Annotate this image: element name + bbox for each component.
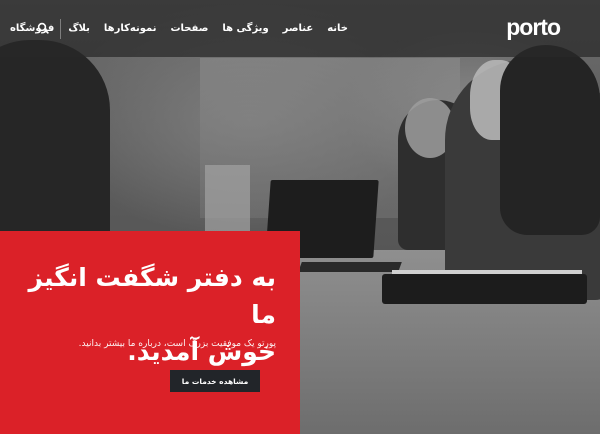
site-logo[interactable]: porto	[506, 14, 561, 41]
background-person-right-hair	[500, 45, 600, 235]
nav-item-elements[interactable]: عناصر	[276, 23, 321, 34]
background-laptop-base	[298, 262, 402, 272]
nav-item-blog[interactable]: بلاگ	[61, 23, 97, 34]
main-nav: خانه عناصر ویژگی ها صفحات نمونه‌کارها بل…	[3, 0, 355, 57]
background-notebook	[382, 274, 587, 304]
nav-item-home[interactable]: خانه	[320, 23, 355, 34]
nav-divider	[60, 19, 61, 39]
nav-item-pages[interactable]: صفحات	[163, 23, 215, 34]
nav-item-features[interactable]: ویژگی ها	[215, 23, 275, 34]
view-services-button[interactable]: مشاهده خدمات ما	[170, 370, 260, 392]
hero-headline-line1: به دفتر شگفت انگیز ما	[28, 263, 276, 329]
site-header: porto خانه عناصر ویژگی ها صفحات نمونه‌کا…	[0, 0, 600, 57]
search-icon[interactable]	[37, 22, 49, 34]
nav-item-shop[interactable]: فروشگاه	[3, 23, 61, 34]
hero-card: به دفتر شگفت انگیز ما خوش آمدید. پورتو ی…	[0, 231, 300, 434]
nav-item-portfolio[interactable]: نمونه‌کارها	[97, 23, 164, 34]
background-pillar	[205, 165, 250, 235]
hero-lead-text: پورتو یک موفقیت بزرگ است، درباره ما بیشت…	[78, 339, 276, 349]
hero-headline: به دفتر شگفت انگیز ما خوش آمدید.	[6, 259, 276, 370]
